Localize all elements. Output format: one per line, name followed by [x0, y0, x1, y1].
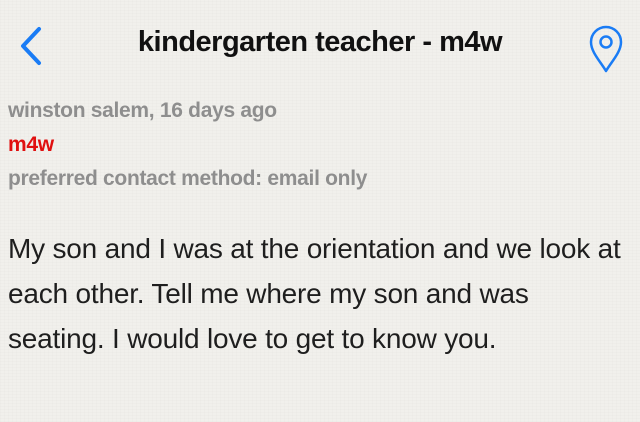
contact-method: preferred contact method: email only [8, 167, 368, 190]
back-button[interactable] [6, 20, 56, 72]
page-title: kindergarten teacher - m4w [137, 26, 503, 58]
map-pin-icon [589, 25, 623, 73]
post-meta: winston salem, 16 days ago m4w preferred… [8, 94, 628, 196]
category-label: m4w [8, 133, 54, 156]
map-button[interactable] [578, 20, 634, 78]
location-and-age: winston salem, 16 days ago [8, 99, 277, 122]
post-body: My son and I was at the orientation and … [8, 233, 621, 354]
navigation-bar: kindergarten teacher - m4w [0, 0, 640, 92]
chevron-left-icon [21, 27, 41, 65]
